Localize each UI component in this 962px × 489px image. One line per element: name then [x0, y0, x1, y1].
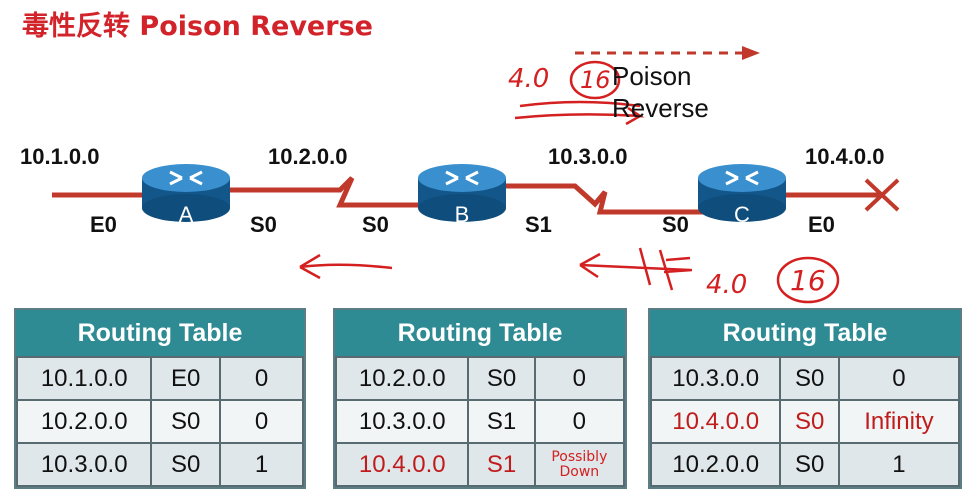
lower-circled-annotation: 16: [790, 264, 826, 297]
router-c-label: C: [734, 202, 750, 227]
table-cell-network: 10.4.0.0: [649, 399, 782, 444]
poison-reverse-arrow: [575, 46, 760, 60]
poison-reverse-label: Poison Reverse: [612, 60, 709, 124]
lower-metric-annotation: 4.0: [706, 270, 748, 300]
table-cell-iface: S0: [779, 442, 840, 487]
table-cell-network: 10.2.0.0: [649, 442, 782, 487]
serial-link-a-b: [225, 176, 425, 208]
table-cell-network: 10.4.0.0: [334, 442, 470, 487]
poison-reverse-line1: Poison: [612, 61, 692, 91]
routing-table-c-header: Routing Table: [650, 310, 960, 356]
serial-link-b-c: [505, 183, 705, 215]
iface-b-s0: S0: [362, 212, 389, 237]
table-row: 10.2.0.0 S0 0: [334, 356, 626, 401]
table-cell-metric: Infinity: [837, 399, 961, 444]
table-row: 10.2.0.0 S0 1: [649, 442, 961, 487]
table-cell-iface: S0: [779, 356, 840, 401]
table-row: 10.3.0.0 S0 1: [15, 442, 304, 487]
table-cell-iface: S0: [150, 399, 222, 444]
routing-table-a: Routing Table 10.1.0.0 E0 0 10.2.0.0 S0 …: [14, 308, 306, 489]
table-cell-iface: S1: [467, 442, 536, 487]
router-b-label: B: [455, 202, 470, 227]
table-cell-metric: 0: [533, 399, 626, 444]
left-arrow-lower-icon: [579, 252, 691, 279]
routing-table-b-header: Routing Table: [335, 310, 625, 356]
possibly-down-line2: Down: [559, 463, 600, 480]
network-label-2: 10.2.0.0: [268, 144, 348, 169]
table-cell-network: 10.2.0.0: [334, 356, 470, 401]
upper-metric-annotation: 4.0: [508, 64, 550, 94]
table-cell-metric: 0: [219, 356, 304, 401]
table-cell-network: 10.1.0.0: [15, 356, 153, 401]
iface-b-s1: S1: [525, 212, 552, 237]
table-row: 10.4.0.0 S1 Possibly Down: [334, 442, 626, 487]
network-label-1: 10.1.0.0: [20, 144, 100, 169]
table-cell-iface: S1: [467, 399, 536, 444]
table-cell-metric: 0: [837, 356, 961, 401]
network-label-4: 10.4.0.0: [805, 144, 885, 169]
table-cell-metric: 0: [219, 399, 304, 444]
possibly-down-annotation: Possibly Down: [536, 448, 623, 480]
table-row: 10.1.0.0 E0 0: [15, 356, 304, 401]
table-cell-metric: 1: [837, 442, 961, 487]
table-row: 10.2.0.0 S0 0: [15, 399, 304, 444]
iface-c-s0: S0: [662, 212, 689, 237]
table-cell-metric: Possibly Down: [533, 442, 626, 487]
possibly-down-line1: Possibly: [551, 448, 608, 465]
routing-table-b: Routing Table 10.2.0.0 S0 0 10.3.0.0 S1 …: [333, 308, 627, 489]
table-cell-iface: S0: [779, 399, 840, 444]
table-cell-iface: E0: [150, 356, 222, 401]
iface-a-e0: E0: [90, 212, 117, 237]
table-row: 10.3.0.0 S0 0: [649, 356, 961, 401]
table-cell-iface: S0: [150, 442, 222, 487]
routing-table-c: Routing Table 10.3.0.0 S0 0 10.4.0.0 S0 …: [648, 308, 962, 489]
table-cell-network: 10.3.0.0: [649, 356, 782, 401]
table-cell-network: 10.2.0.0: [15, 399, 153, 444]
table-row: 10.4.0.0 S0 Infinity: [649, 399, 961, 444]
upper-circled-annotation: 16: [580, 66, 611, 94]
iface-a-s0: S0: [250, 212, 277, 237]
table-cell-metric: 1: [219, 442, 304, 487]
table-cell-network: 10.3.0.0: [334, 399, 470, 444]
routing-table-a-header: Routing Table: [16, 310, 304, 356]
network-label-3: 10.3.0.0: [548, 144, 628, 169]
table-row: 10.3.0.0 S1 0: [334, 399, 626, 444]
left-arrow-middle-icon: [299, 253, 393, 280]
table-cell-network: 10.3.0.0: [15, 442, 153, 487]
iface-c-e0: E0: [808, 212, 835, 237]
table-cell-iface: S0: [467, 356, 536, 401]
table-cell-metric: 0: [533, 356, 626, 401]
router-a-label: A: [179, 202, 194, 227]
poison-reverse-line2: Reverse: [612, 93, 709, 123]
